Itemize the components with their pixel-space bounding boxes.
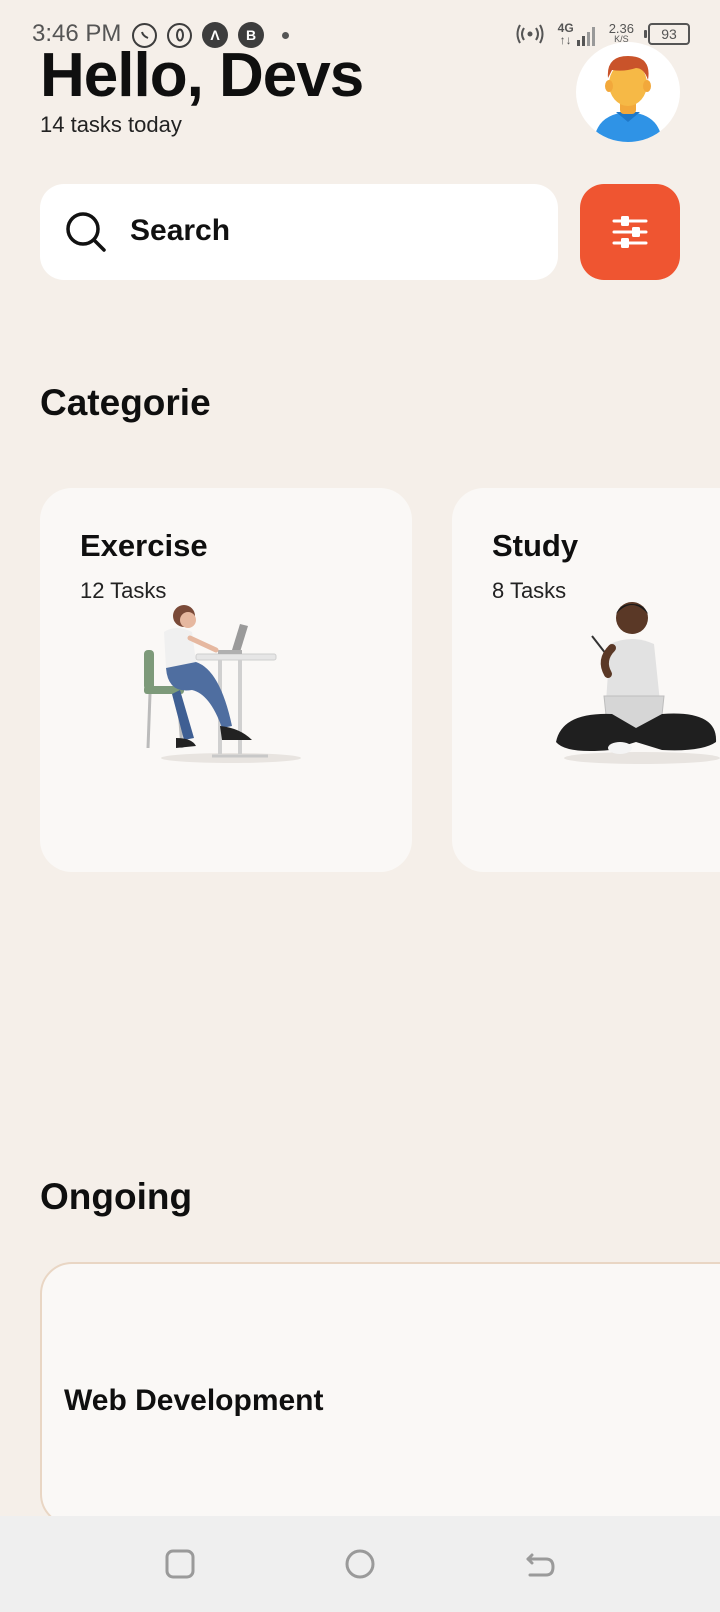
filter-button[interactable] (580, 184, 680, 280)
search-placeholder: Search (130, 214, 231, 247)
network-arrows: ↑↓ (559, 33, 572, 47)
category-card-exercise[interactable]: Exercise 12 Tasks (40, 488, 412, 872)
recent-apps-icon[interactable] (162, 1546, 198, 1582)
network-indicator: 4G ↑↓ (558, 22, 595, 46)
search-icon (66, 212, 106, 252)
woman-at-desk-illustration (144, 605, 301, 763)
hotspot-icon (516, 24, 544, 44)
categories-heading: Categorie (40, 382, 211, 423)
app-screen: 3:46 PM Λ B 4G ↑↓ 2.36 K/S 93 Hello, Dev… (0, 0, 720, 1612)
ongoing-task-title: Web Development (64, 1384, 324, 1417)
category-title: Study (492, 528, 579, 563)
ongoing-heading: Ongoing (40, 1176, 193, 1217)
greeting-title: Hello, Devs (40, 41, 364, 110)
home-icon[interactable] (342, 1546, 378, 1582)
tasks-today-subtitle: 14 tasks today (40, 112, 182, 137)
man-sitting-with-laptop-illustration (556, 602, 720, 764)
ongoing-task-card[interactable]: Web Development (40, 1262, 720, 1526)
back-icon[interactable] (522, 1546, 558, 1582)
battery-icon: 93 (644, 23, 690, 45)
sliders-icon (612, 216, 648, 248)
category-title: Exercise (80, 528, 208, 563)
avatar[interactable] (576, 42, 680, 142)
more-notifications-dot (282, 31, 289, 39)
user-avatar-icon (594, 56, 662, 142)
system-indicators: 4G ↑↓ 2.36 K/S 93 (516, 22, 690, 46)
system-nav-bar (0, 1516, 720, 1612)
search-input[interactable]: Search (40, 184, 558, 280)
signal-icon (576, 26, 595, 46)
category-card-study[interactable]: Study 8 Tasks (452, 488, 720, 872)
